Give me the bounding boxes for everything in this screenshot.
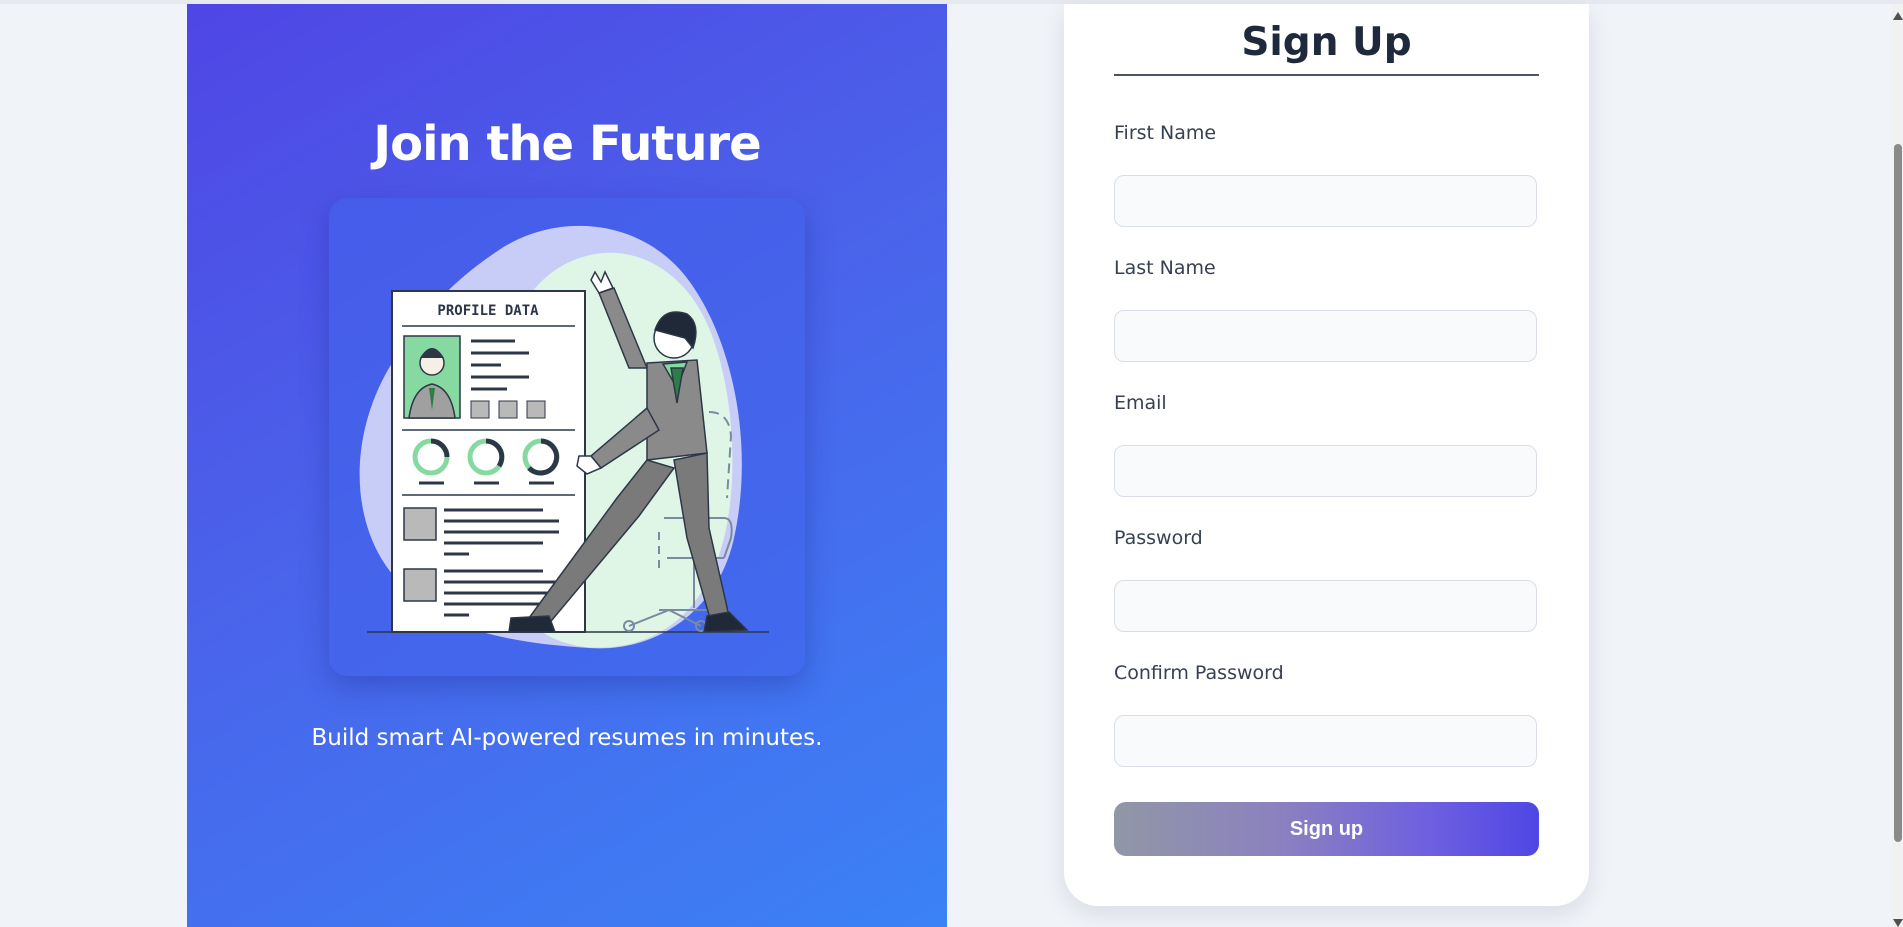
form-title: Sign Up xyxy=(1114,20,1539,76)
scrollbar-thumb[interactable] xyxy=(1894,144,1902,842)
hero-panel: Join the Future PROFILE DATA Build smart… xyxy=(187,4,947,927)
signup-form: Sign Up First Name Last Name Email Passw… xyxy=(1064,4,1589,906)
hero-title: Join the Future xyxy=(373,116,761,172)
signup-page: Join the Future PROFILE DATA Build smart… xyxy=(0,0,1903,927)
confirm-password-input[interactable] xyxy=(1114,715,1537,767)
resume-presentation-illustration: PROFILE DATA xyxy=(359,225,769,649)
email-label: Email xyxy=(1114,392,1167,414)
scroll-down-arrow-icon[interactable] xyxy=(1893,919,1903,927)
illustration-card: PROFILE DATA xyxy=(329,198,805,676)
last-name-input[interactable] xyxy=(1114,310,1537,362)
first-name-input[interactable] xyxy=(1114,175,1537,227)
email-input[interactable] xyxy=(1114,445,1537,497)
scroll-up-arrow-icon[interactable] xyxy=(1893,12,1903,20)
password-label: Password xyxy=(1114,527,1203,549)
last-name-label: Last Name xyxy=(1114,257,1216,279)
password-input[interactable] xyxy=(1114,580,1537,632)
first-name-label: First Name xyxy=(1114,122,1217,144)
hero-tagline: Build smart AI-powered resumes in minute… xyxy=(311,725,823,751)
signup-button[interactable]: Sign up xyxy=(1114,802,1539,856)
page-scrollbar[interactable] xyxy=(1892,4,1903,927)
confirm-password-label: Confirm Password xyxy=(1114,662,1284,684)
profile-card-title: PROFILE DATA xyxy=(437,303,539,319)
